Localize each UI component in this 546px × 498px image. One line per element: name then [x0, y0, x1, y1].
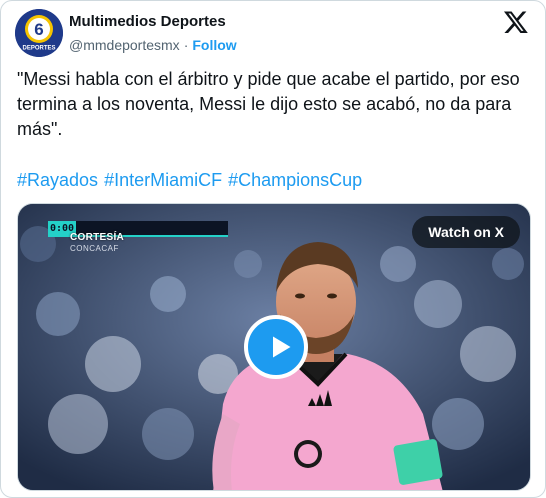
- play-icon: [273, 336, 291, 358]
- tweet-text: "Messi habla con el árbitro y pide que a…: [17, 69, 520, 139]
- hashtag-championscup[interactable]: #ChampionsCup: [228, 170, 362, 190]
- play-button[interactable]: [244, 315, 308, 379]
- avatar-logo-icon: 6 DEPORTES: [15, 9, 63, 57]
- account-handle[interactable]: @mmdeportesmx: [69, 37, 180, 53]
- avatar-label: DEPORTES: [22, 46, 55, 52]
- x-logo-icon[interactable]: [503, 9, 529, 35]
- handle-row: @mmdeportesmx · Follow: [69, 37, 237, 53]
- tweet-card: 6 DEPORTES Multimedios Deportes @mmdepor…: [0, 0, 546, 498]
- avatar[interactable]: 6 DEPORTES: [15, 9, 63, 57]
- video-thumbnail[interactable]: 0:00 CORTESÍA CONCACAF Watch on X: [17, 203, 531, 491]
- broadcast-subcaption: CONCACAF: [70, 244, 119, 253]
- watch-on-x-button[interactable]: Watch on X: [412, 216, 520, 248]
- account-name[interactable]: Multimedios Deportes: [69, 13, 226, 30]
- hashtags: #Rayados #InterMiamiCF #ChampionsCup: [17, 168, 532, 193]
- follow-button[interactable]: Follow: [192, 37, 236, 53]
- avatar-number: 6: [34, 20, 43, 39]
- hashtag-rayados[interactable]: #Rayados: [17, 170, 98, 190]
- hashtag-intermiamicf[interactable]: #InterMiamiCF: [104, 170, 222, 190]
- separator-dot: ·: [183, 37, 189, 53]
- broadcast-caption: CORTESÍA: [70, 232, 125, 243]
